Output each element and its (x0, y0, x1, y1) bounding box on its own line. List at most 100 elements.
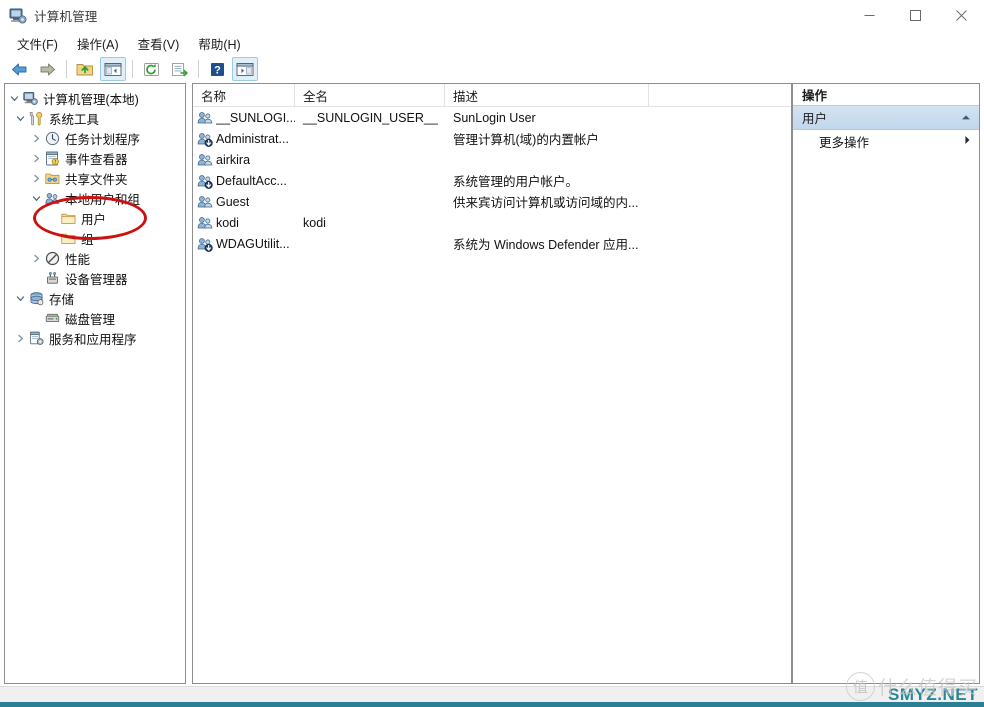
svg-text:?: ? (214, 64, 221, 76)
shared-folder-icon (44, 170, 61, 186)
table-row[interactable]: WDAGUtilit... 系统为 Windows Defender 应用... (193, 233, 791, 254)
tree-node-device-manager-label: 设备管理器 (65, 272, 128, 287)
menu-view[interactable]: 查看(V) (130, 31, 189, 56)
tree-node-services-applications[interactable]: 服务和应用程序 (5, 328, 185, 348)
column-header-description[interactable]: 描述 (445, 84, 649, 106)
column-header-blank[interactable] (649, 84, 791, 106)
table-row[interactable]: DefaultAcc... 系统管理的用户帐户。 (193, 170, 791, 191)
user-name-label: WDAGUtilit... (216, 236, 290, 251)
window-title: 计算机管理 (34, 10, 98, 24)
tree-node-local-users-groups[interactable]: 本地用户和组 (5, 188, 185, 208)
column-header-name[interactable]: 名称 (193, 84, 295, 106)
list-header: 名称 全名 描述 (193, 84, 791, 107)
toolbar-separator-2 (132, 60, 133, 78)
tree-node-disk-management[interactable]: 磁盘管理 (5, 308, 185, 328)
export-list-icon[interactable] (166, 57, 192, 81)
disk-management-icon (44, 310, 61, 326)
chevron-right-icon[interactable] (29, 134, 44, 143)
table-row[interactable]: Guest 供来宾访问计算机或访问域的内... (193, 191, 791, 212)
chevron-down-icon[interactable] (13, 114, 28, 123)
cell-name: airkira (193, 152, 295, 168)
chevron-down-icon[interactable] (7, 94, 22, 103)
menu-bar: 文件(F) 操作(A) 查看(V) 帮助(H) (0, 31, 984, 56)
table-row[interactable]: airkira (193, 149, 791, 170)
tree-node-groups[interactable]: 组 (5, 228, 185, 248)
tree-node-performance[interactable]: 性能 (5, 248, 185, 268)
users-list-pane[interactable]: 名称 全名 描述 __SUNLOGI... __SUNLOGIN_USER__ … (192, 83, 792, 684)
chevron-down-icon[interactable] (13, 294, 28, 303)
column-header-fullname[interactable]: 全名 (295, 84, 445, 106)
list-body: __SUNLOGI... __SUNLOGIN_USER__ SunLogin … (193, 107, 791, 254)
work-area: 计算机管理(本地) 系统工具 任务计划程序 ! 事件查看器 共享文件夹 本地用户… (0, 82, 984, 685)
console-tree: 计算机管理(本地) 系统工具 任务计划程序 ! 事件查看器 共享文件夹 本地用户… (5, 84, 185, 348)
tree-node-task-scheduler[interactable]: 任务计划程序 (5, 128, 185, 148)
tree-node-system-tools[interactable]: 系统工具 (5, 108, 185, 128)
cell-description: 系统管理的用户帐户。 (453, 175, 579, 189)
close-button[interactable] (938, 0, 984, 31)
tree-node-shared-folders[interactable]: 共享文件夹 (5, 168, 185, 188)
forward-icon[interactable] (34, 57, 60, 81)
services-icon (28, 330, 45, 346)
tree-node-device-manager[interactable]: 设备管理器 (5, 268, 185, 288)
clock-icon (44, 130, 61, 146)
tree-node-disk-management-label: 磁盘管理 (65, 312, 116, 327)
tree-node-task-scheduler-label: 任务计划程序 (65, 132, 141, 147)
table-row[interactable]: Administrat... 管理计算机(域)的内置帐户 (193, 128, 791, 149)
chevron-down-icon[interactable] (29, 194, 44, 203)
back-icon[interactable] (6, 57, 32, 81)
action-more-actions[interactable]: 更多操作 (793, 130, 979, 152)
console-tree-pane[interactable]: 计算机管理(本地) 系统工具 任务计划程序 ! 事件查看器 共享文件夹 本地用户… (4, 83, 186, 684)
chevron-right-icon[interactable] (29, 174, 44, 183)
tree-node-services-applications-label: 服务和应用程序 (49, 332, 137, 347)
tree-node-root-label: 计算机管理(本地) (43, 92, 139, 107)
chevron-right-icon[interactable] (13, 334, 28, 343)
cell-fullname: kodi (303, 215, 326, 230)
menu-action[interactable]: 操作(A) (69, 31, 128, 56)
user-icon (197, 194, 213, 210)
user-icon (197, 110, 213, 126)
folder-icon (60, 230, 77, 246)
bottom-accent-bar (0, 702, 984, 707)
user-disabled-icon (197, 236, 213, 252)
table-row[interactable]: __SUNLOGI... __SUNLOGIN_USER__ SunLogin … (193, 107, 791, 128)
chevron-right-icon[interactable] (29, 254, 44, 263)
cell-name: kodi (193, 215, 295, 231)
cell-name: DefaultAcc... (193, 173, 295, 189)
help-icon[interactable]: ? (204, 57, 230, 81)
tree-node-shared-folders-label: 共享文件夹 (65, 172, 128, 187)
show-hide-tree-icon[interactable] (100, 57, 126, 81)
user-icon (197, 215, 213, 231)
tree-node-system-tools-label: 系统工具 (49, 112, 100, 127)
cell-name: Guest (193, 194, 295, 210)
chevron-right-icon[interactable] (29, 154, 44, 163)
maximize-button[interactable] (892, 0, 938, 31)
caret-up-icon[interactable] (961, 113, 971, 123)
tree-node-event-viewer[interactable]: ! 事件查看器 (5, 148, 185, 168)
menu-file[interactable]: 文件(F) (9, 31, 67, 56)
caret-right-icon[interactable] (964, 135, 971, 147)
toolbar-separator-3 (198, 60, 199, 78)
user-name-label: Guest (216, 194, 250, 209)
user-name-label: Administrat... (216, 131, 289, 146)
minimize-button[interactable] (846, 0, 892, 31)
tree-node-root[interactable]: 计算机管理(本地) (5, 88, 185, 108)
properties-icon[interactable] (232, 57, 258, 81)
actions-group-users[interactable]: 用户 (793, 106, 979, 130)
action-more-actions-label: 更多操作 (819, 135, 870, 150)
tree-node-local-users-groups-label: 本地用户和组 (65, 192, 141, 207)
performance-icon (44, 250, 61, 266)
computer-management-icon (9, 7, 27, 25)
folder-icon (60, 210, 77, 226)
window-controls (846, 0, 984, 31)
user-name-label: DefaultAcc... (216, 173, 287, 188)
actions-pane[interactable]: 操作 用户 更多操作 (792, 83, 980, 684)
status-bar (0, 686, 984, 703)
tree-node-storage[interactable]: 存储 (5, 288, 185, 308)
menu-help[interactable]: 帮助(H) (190, 31, 249, 56)
tree-node-users[interactable]: 用户 (5, 208, 185, 228)
table-row[interactable]: kodi kodi (193, 212, 791, 233)
refresh-icon[interactable] (138, 57, 164, 81)
up-folder-icon[interactable] (72, 57, 98, 81)
user-name-label: __SUNLOGI... (216, 110, 295, 125)
user-name-label: kodi (216, 215, 239, 230)
